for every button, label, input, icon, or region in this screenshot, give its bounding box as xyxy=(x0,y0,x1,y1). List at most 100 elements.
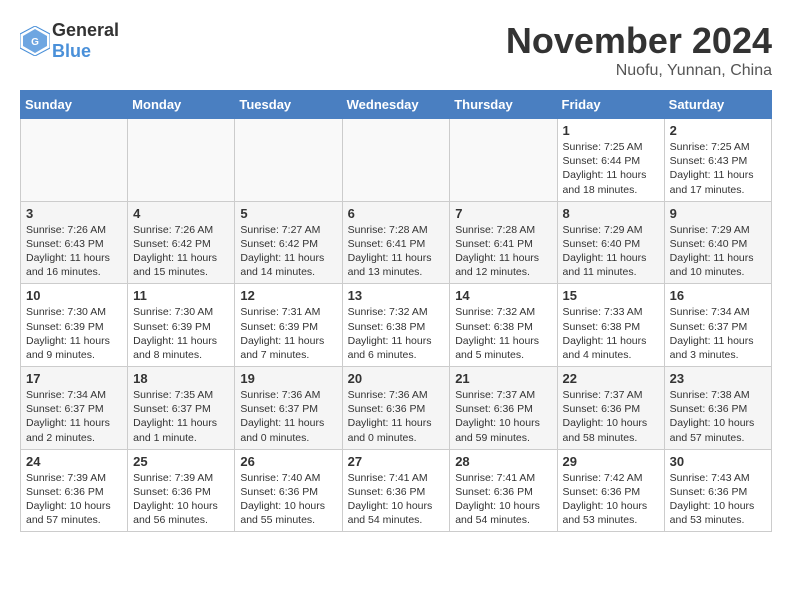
day-number: 7 xyxy=(455,206,551,221)
calendar-cell: 20 Sunrise: 7:36 AM Sunset: 6:36 PM Dayli… xyxy=(342,367,450,450)
location-subtitle: Nuofu, Yunnan, China xyxy=(506,62,772,80)
day-info: Sunrise: 7:37 AM Sunset: 6:36 PM Dayligh… xyxy=(563,388,659,445)
day-number: 27 xyxy=(348,454,445,469)
day-info: Sunrise: 7:28 AM Sunset: 6:41 PM Dayligh… xyxy=(348,223,445,280)
day-number: 11 xyxy=(133,288,229,303)
day-number: 6 xyxy=(348,206,445,221)
day-info: Sunrise: 7:32 AM Sunset: 6:38 PM Dayligh… xyxy=(455,305,551,362)
calendar-cell: 13 Sunrise: 7:32 AM Sunset: 6:38 PM Dayli… xyxy=(342,284,450,367)
day-info: Sunrise: 7:27 AM Sunset: 6:42 PM Dayligh… xyxy=(240,223,336,280)
calendar-cell: 11 Sunrise: 7:30 AM Sunset: 6:39 PM Dayli… xyxy=(128,284,235,367)
calendar-cell xyxy=(21,119,128,202)
calendar-cell: 15 Sunrise: 7:33 AM Sunset: 6:38 PM Dayli… xyxy=(557,284,664,367)
month-title: November 2024 xyxy=(506,20,772,62)
calendar-cell: 29 Sunrise: 7:42 AM Sunset: 6:36 PM Dayli… xyxy=(557,449,664,532)
calendar-cell xyxy=(128,119,235,202)
day-info: Sunrise: 7:30 AM Sunset: 6:39 PM Dayligh… xyxy=(133,305,229,362)
svg-text:G: G xyxy=(31,37,39,48)
calendar-header-friday: Friday xyxy=(557,91,664,119)
calendar-cell: 2Sunrise: 7:25 AM Sunset: 6:43 PM Daylig… xyxy=(664,119,771,202)
day-number: 24 xyxy=(26,454,122,469)
calendar-cell: 12 Sunrise: 7:31 AM Sunset: 6:39 PM Dayli… xyxy=(235,284,342,367)
logo-icon: G xyxy=(20,26,50,56)
calendar-cell: 9Sunrise: 7:29 AM Sunset: 6:40 PM Daylig… xyxy=(664,201,771,284)
day-number: 20 xyxy=(348,371,445,386)
day-info: Sunrise: 7:34 AM Sunset: 6:37 PM Dayligh… xyxy=(670,305,766,362)
day-number: 14 xyxy=(455,288,551,303)
day-number: 16 xyxy=(670,288,766,303)
day-info: Sunrise: 7:38 AM Sunset: 6:36 PM Dayligh… xyxy=(670,388,766,445)
day-number: 17 xyxy=(26,371,122,386)
calendar-header-row: SundayMondayTuesdayWednesdayThursdayFrid… xyxy=(21,91,772,119)
day-number: 12 xyxy=(240,288,336,303)
calendar-cell: 16 Sunrise: 7:34 AM Sunset: 6:37 PM Dayli… xyxy=(664,284,771,367)
day-info: Sunrise: 7:31 AM Sunset: 6:39 PM Dayligh… xyxy=(240,305,336,362)
day-info: Sunrise: 7:43 AM Sunset: 6:36 PM Dayligh… xyxy=(670,471,766,528)
calendar-cell: 19Sunrise: 7:36 AM Sunset: 6:37 PM Dayli… xyxy=(235,367,342,450)
calendar-cell: 21 Sunrise: 7:37 AM Sunset: 6:36 PM Dayli… xyxy=(450,367,557,450)
calendar-cell: 24 Sunrise: 7:39 AM Sunset: 6:36 PM Dayli… xyxy=(21,449,128,532)
logo-general: General xyxy=(52,20,119,40)
day-info: Sunrise: 7:33 AM Sunset: 6:38 PM Dayligh… xyxy=(563,305,659,362)
day-info: Sunrise: 7:26 AM Sunset: 6:43 PM Dayligh… xyxy=(26,223,122,280)
calendar-cell: 27 Sunrise: 7:41 AM Sunset: 6:36 PM Dayli… xyxy=(342,449,450,532)
day-number: 13 xyxy=(348,288,445,303)
day-number: 3 xyxy=(26,206,122,221)
calendar-cell: 14 Sunrise: 7:32 AM Sunset: 6:38 PM Dayli… xyxy=(450,284,557,367)
calendar-cell xyxy=(450,119,557,202)
day-info: Sunrise: 7:26 AM Sunset: 6:42 PM Dayligh… xyxy=(133,223,229,280)
calendar-cell: 17 Sunrise: 7:34 AM Sunset: 6:37 PM Dayli… xyxy=(21,367,128,450)
calendar-header-sunday: Sunday xyxy=(21,91,128,119)
day-number: 8 xyxy=(563,206,659,221)
day-info: Sunrise: 7:37 AM Sunset: 6:36 PM Dayligh… xyxy=(455,388,551,445)
calendar-header-monday: Monday xyxy=(128,91,235,119)
day-info: Sunrise: 7:25 AM Sunset: 6:43 PM Dayligh… xyxy=(670,140,766,197)
day-number: 30 xyxy=(670,454,766,469)
logo-blue: Blue xyxy=(52,41,91,61)
calendar-cell: 8 Sunrise: 7:29 AM Sunset: 6:40 PM Daylig… xyxy=(557,201,664,284)
calendar-week-row: 17 Sunrise: 7:34 AM Sunset: 6:37 PM Dayli… xyxy=(21,367,772,450)
day-info: Sunrise: 7:30 AM Sunset: 6:39 PM Dayligh… xyxy=(26,305,122,362)
day-number: 1 xyxy=(563,123,659,138)
day-info: Sunrise: 7:34 AM Sunset: 6:37 PM Dayligh… xyxy=(26,388,122,445)
calendar-cell xyxy=(235,119,342,202)
day-number: 25 xyxy=(133,454,229,469)
calendar-cell: 6 Sunrise: 7:28 AM Sunset: 6:41 PM Daylig… xyxy=(342,201,450,284)
day-number: 10 xyxy=(26,288,122,303)
day-info: Sunrise: 7:36 AM Sunset: 6:37 PM Dayligh… xyxy=(240,388,336,445)
day-number: 21 xyxy=(455,371,551,386)
calendar-header-saturday: Saturday xyxy=(664,91,771,119)
calendar-cell: 4 Sunrise: 7:26 AM Sunset: 6:42 PM Daylig… xyxy=(128,201,235,284)
day-info: Sunrise: 7:25 AM Sunset: 6:44 PM Dayligh… xyxy=(563,140,659,197)
title-area: November 2024 Nuofu, Yunnan, China xyxy=(506,20,772,80)
day-info: Sunrise: 7:39 AM Sunset: 6:36 PM Dayligh… xyxy=(133,471,229,528)
logo: G General Blue xyxy=(20,20,119,62)
calendar-cell: 5Sunrise: 7:27 AM Sunset: 6:42 PM Daylig… xyxy=(235,201,342,284)
day-number: 23 xyxy=(670,371,766,386)
calendar-table: SundayMondayTuesdayWednesdayThursdayFrid… xyxy=(20,90,772,532)
day-number: 15 xyxy=(563,288,659,303)
calendar-cell: 30 Sunrise: 7:43 AM Sunset: 6:36 PM Dayli… xyxy=(664,449,771,532)
calendar-cell: 22 Sunrise: 7:37 AM Sunset: 6:36 PM Dayli… xyxy=(557,367,664,450)
day-info: Sunrise: 7:29 AM Sunset: 6:40 PM Dayligh… xyxy=(563,223,659,280)
calendar-cell: 26Sunrise: 7:40 AM Sunset: 6:36 PM Dayli… xyxy=(235,449,342,532)
day-info: Sunrise: 7:42 AM Sunset: 6:36 PM Dayligh… xyxy=(563,471,659,528)
page-header: G General Blue November 2024 Nuofu, Yunn… xyxy=(20,20,772,80)
day-number: 4 xyxy=(133,206,229,221)
day-info: Sunrise: 7:39 AM Sunset: 6:36 PM Dayligh… xyxy=(26,471,122,528)
day-info: Sunrise: 7:36 AM Sunset: 6:36 PM Dayligh… xyxy=(348,388,445,445)
calendar-cell: 23 Sunrise: 7:38 AM Sunset: 6:36 PM Dayli… xyxy=(664,367,771,450)
calendar-cell: 10 Sunrise: 7:30 AM Sunset: 6:39 PM Dayli… xyxy=(21,284,128,367)
day-info: Sunrise: 7:41 AM Sunset: 6:36 PM Dayligh… xyxy=(455,471,551,528)
day-number: 22 xyxy=(563,371,659,386)
day-number: 29 xyxy=(563,454,659,469)
calendar-header-tuesday: Tuesday xyxy=(235,91,342,119)
day-info: Sunrise: 7:32 AM Sunset: 6:38 PM Dayligh… xyxy=(348,305,445,362)
day-info: Sunrise: 7:28 AM Sunset: 6:41 PM Dayligh… xyxy=(455,223,551,280)
calendar-header-wednesday: Wednesday xyxy=(342,91,450,119)
day-info: Sunrise: 7:41 AM Sunset: 6:36 PM Dayligh… xyxy=(348,471,445,528)
day-number: 18 xyxy=(133,371,229,386)
day-info: Sunrise: 7:35 AM Sunset: 6:37 PM Dayligh… xyxy=(133,388,229,445)
calendar-cell: 7 Sunrise: 7:28 AM Sunset: 6:41 PM Daylig… xyxy=(450,201,557,284)
calendar-cell: 3 Sunrise: 7:26 AM Sunset: 6:43 PM Daylig… xyxy=(21,201,128,284)
